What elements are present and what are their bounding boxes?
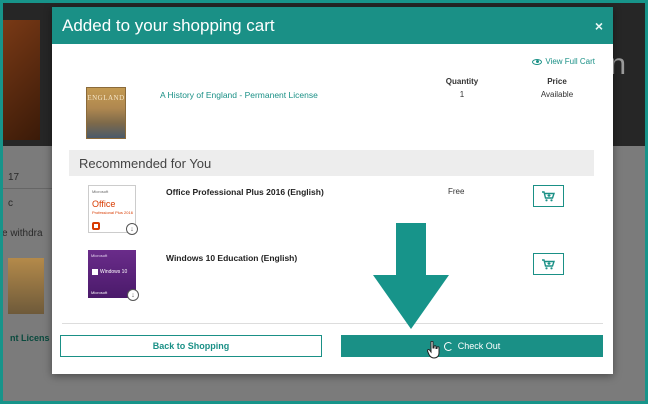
cart-item-name-link[interactable]: A History of England - Permanent License <box>160 90 318 100</box>
add-to-cart-button[interactable] <box>533 185 564 207</box>
windows-brand-text: Microsoft <box>91 253 108 258</box>
cart-item-thumbnail: ENGLAND <box>86 87 126 139</box>
windows-footer-text: Microsoft <box>91 290 108 295</box>
cart-item-quantity: 1 <box>459 90 465 99</box>
modal-footer-divider <box>62 323 603 324</box>
down-arrow-icon <box>373 223 449 329</box>
quantity-header: Quantity <box>445 77 479 86</box>
office-brand-text: Microsoft <box>92 189 109 194</box>
close-icon[interactable]: × <box>595 18 603 34</box>
windows-product-thumbnail: Microsoft Windows 10 Microsoft ↓ <box>88 250 139 301</box>
eye-icon <box>532 58 543 65</box>
cart-item-availability: Available <box>540 90 574 99</box>
background-divider <box>0 188 52 189</box>
view-full-cart-label: View Full Cart <box>545 57 595 66</box>
background-text: c <box>8 198 13 209</box>
background-text: 17 <box>8 172 20 183</box>
background-text: e withdra <box>2 228 43 239</box>
recommended-section-header: Recommended for You <box>69 150 594 176</box>
price-header: Price <box>547 77 567 86</box>
recommended-item-name: Office Professional Plus 2016 (English) <box>166 187 324 197</box>
checkout-label: Check Out <box>457 341 501 351</box>
add-to-cart-button[interactable] <box>533 253 564 275</box>
office-logo-icon <box>92 222 100 230</box>
cart-add-icon <box>542 258 555 269</box>
download-icon: ↓ <box>127 289 139 301</box>
windows-product-text: Windows 10 <box>100 269 128 275</box>
windows-product-label: Windows 10 <box>92 269 127 275</box>
spinner-icon <box>443 341 453 351</box>
pointer-cursor-icon <box>427 341 440 359</box>
cart-add-icon <box>542 190 555 201</box>
download-icon: ↓ <box>126 223 138 235</box>
cart-item-thumb-text: ENGLAND <box>87 94 125 102</box>
office-product-thumbnail: Microsoft Office Professional Plus 2016 … <box>88 185 138 235</box>
back-to-shopping-button[interactable]: Back to Shopping <box>60 335 322 357</box>
background-product-link: nt Licens <box>10 333 50 343</box>
background-banner-image <box>0 20 40 140</box>
view-full-cart-link[interactable]: View Full Cart <box>532 57 595 66</box>
checkout-button[interactable]: Check Out <box>341 335 603 357</box>
recommended-title: Recommended for You <box>79 155 212 171</box>
windows-logo-icon <box>92 269 98 275</box>
recommended-item-price: Free <box>448 187 465 196</box>
background-book-image <box>8 258 44 314</box>
office-sub-text: Professional Plus 2016 <box>92 210 133 215</box>
recommended-item-name: Windows 10 Education (English) <box>166 253 298 263</box>
office-product-text: Office <box>92 199 116 209</box>
cart-modal: Added to your shopping cart × View Full … <box>52 7 613 374</box>
modal-title: Added to your shopping cart <box>62 15 275 35</box>
modal-header: Added to your shopping cart × <box>52 7 613 44</box>
